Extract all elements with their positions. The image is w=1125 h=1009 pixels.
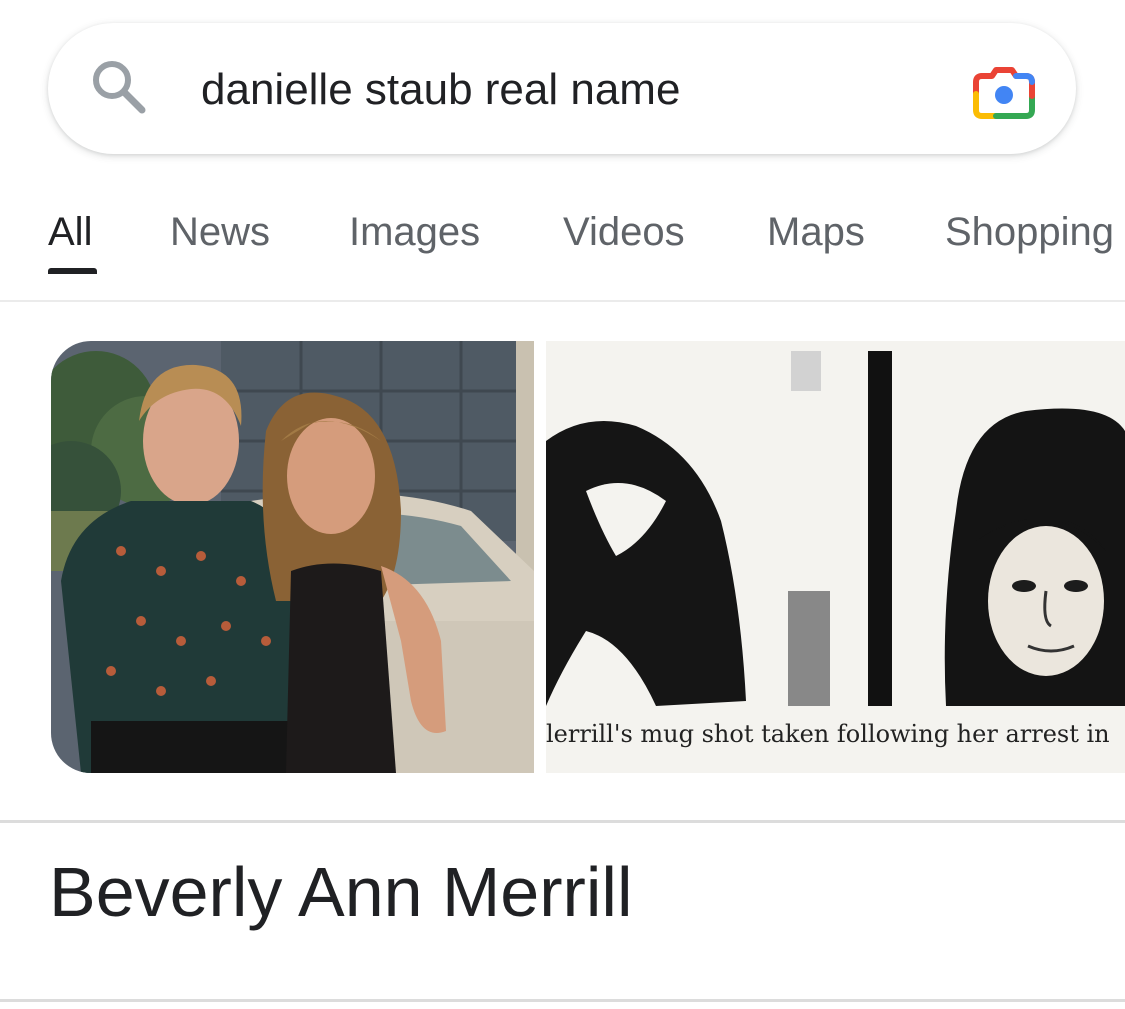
- active-tab-indicator: [48, 268, 97, 274]
- mug-shot-caption: lerrill's mug shot taken following her a…: [546, 720, 1110, 748]
- section-divider: [0, 820, 1125, 823]
- tab-videos[interactable]: Videos: [563, 208, 685, 256]
- search-results-page: danielle staub real name All News Images…: [0, 0, 1125, 1009]
- result-image-mug-shot[interactable]: [546, 341, 1125, 773]
- tab-all[interactable]: All: [48, 208, 92, 256]
- couple-photo-illustration: [51, 341, 534, 773]
- tab-news[interactable]: News: [170, 208, 270, 256]
- tab-images[interactable]: Images: [349, 208, 480, 256]
- search-icon[interactable]: [90, 58, 148, 116]
- search-input[interactable]: danielle staub real name: [201, 60, 680, 120]
- tab-maps[interactable]: Maps: [767, 208, 865, 256]
- mug-shot-illustration: [546, 341, 1125, 773]
- section-divider: [0, 999, 1125, 1002]
- search-tabs: All News Images Videos Maps Shopping: [0, 200, 1125, 302]
- google-lens-icon[interactable]: [972, 60, 1036, 120]
- tab-shopping[interactable]: Shopping: [945, 208, 1114, 256]
- result-image-couple-photo[interactable]: [51, 341, 534, 773]
- featured-answer-title: Beverly Ann Merrill: [49, 853, 633, 931]
